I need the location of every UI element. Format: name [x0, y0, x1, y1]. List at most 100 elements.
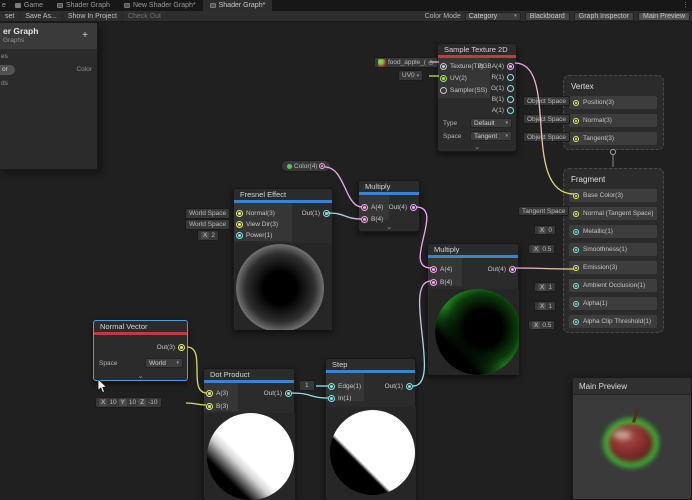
texture-value-pill[interactable]: food_apple_( ⊙ — [374, 57, 438, 68]
space-dropdown[interactable]: Tangent ▾ — [470, 131, 512, 141]
smoothness-value-pill[interactable]: X 0.5 — [528, 244, 556, 254]
ao-value-pill[interactable]: X1 — [534, 282, 556, 292]
fragment-context-block[interactable]: Fragment Base Color(3) Normal (Tangent S… — [563, 168, 664, 333]
node-normal-vector[interactable]: Normal Vector Out(3) Space World ▾ ⌄ — [93, 320, 188, 381]
node-multiply-1[interactable]: Multiply A(4) B(4) Out(4) ⌄ — [358, 180, 420, 232]
type-dropdown[interactable]: Default ▾ — [470, 118, 512, 128]
port-tangent-input[interactable] — [573, 135, 579, 142]
port-out-output[interactable] — [323, 210, 330, 217]
power-value-pill[interactable]: X2 — [197, 230, 219, 241]
port-out-output[interactable] — [285, 390, 292, 397]
port-out-output[interactable] — [178, 344, 185, 351]
save-as-button[interactable]: Save As... — [20, 11, 63, 21]
tab-new-shader-graph[interactable]: New Shader Graph* — [117, 0, 203, 11]
metallic-value-pill[interactable]: X0 — [534, 225, 556, 235]
tab-shader-graph[interactable]: Shader Graph — [50, 0, 117, 11]
port-smoothness-input[interactable] — [573, 246, 579, 253]
port-in-input[interactable] — [328, 395, 335, 402]
port-position-input[interactable] — [573, 99, 579, 106]
port-a-input[interactable] — [361, 204, 368, 211]
block-row-smoothness[interactable]: Smoothness(1) — [569, 243, 657, 256]
collapse-chevron-icon[interactable]: ⌄ — [359, 223, 419, 231]
block-row-normal[interactable]: Normal(3) — [569, 114, 657, 127]
port-out-output[interactable] — [410, 204, 417, 211]
tangent-space-pill[interactable]: Object Space — [523, 132, 571, 142]
port-emission-input[interactable] — [573, 264, 579, 271]
blackboard-section-keywords[interactable]: ds — [0, 76, 97, 88]
blackboard-section-properties[interactable]: es — [0, 49, 97, 61]
tab-overflow-icon[interactable]: ⋮ — [682, 1, 689, 9]
save-asset-button[interactable]: set — [0, 11, 21, 21]
block-row-alpha-clip[interactable]: Alpha Clip Threshold(1) — [569, 315, 657, 328]
block-row-alpha[interactable]: Alpha(1) — [569, 297, 657, 310]
port-b-input[interactable] — [430, 279, 437, 286]
normal-space-pill[interactable]: Object Space — [523, 114, 571, 124]
check-out-button[interactable]: Check Out — [123, 11, 167, 21]
node-sample-texture-2d[interactable]: Sample Texture 2D Texture(T2) UV(2) Samp… — [437, 43, 517, 152]
port-b-output[interactable] — [507, 96, 514, 103]
port-alpha-input[interactable] — [573, 300, 579, 307]
uv-channel-dropdown[interactable]: UV0 ▾ — [398, 70, 424, 81]
block-row-base-color[interactable]: Base Color(3) — [569, 189, 657, 202]
tab-shader-graph-active[interactable]: Shader Graph* — [202, 0, 273, 11]
port-a-input[interactable] — [430, 266, 437, 273]
color-mode-dropdown[interactable]: Category ▾ — [464, 11, 521, 21]
port-out-output[interactable] — [509, 266, 516, 273]
block-row-emission[interactable]: Emission(3) — [569, 261, 657, 274]
node-fresnel-effect[interactable]: Fresnel Effect Normal(3) View Dir(3) Pow… — [233, 188, 333, 330]
port-edge-input[interactable] — [328, 383, 335, 390]
add-property-button[interactable]: + — [82, 31, 88, 41]
block-row-metallic[interactable]: Metallic(1) — [569, 225, 657, 238]
position-space-pill[interactable]: Object Space — [523, 96, 571, 106]
alpha-value-pill[interactable]: X1 — [534, 301, 556, 311]
viewdir-space-pill[interactable]: World Space — [185, 219, 231, 230]
tab-scene-cut[interactable]: e — [0, 0, 8, 11]
collapse-chevron-icon[interactable]: ⌄ — [438, 143, 516, 151]
space-dropdown[interactable]: World ▾ — [145, 358, 183, 368]
port-g-output[interactable] — [507, 85, 514, 92]
normal-space-pill[interactable]: World Space — [185, 208, 231, 219]
graph-inspector-toggle-button[interactable]: Graph Inspector — [573, 11, 634, 21]
port-sampler-input[interactable] — [440, 87, 447, 94]
port-color-output[interactable] — [319, 163, 326, 169]
port-ao-input[interactable] — [573, 282, 579, 289]
port-normal-input[interactable] — [573, 117, 579, 124]
dot-b-vector-pill[interactable]: X 10 Y 10 Z -10 — [95, 397, 162, 408]
port-b-input[interactable] — [361, 216, 368, 223]
port-normal-input[interactable] — [236, 210, 243, 217]
tab-game[interactable]: Game — [8, 0, 50, 11]
port-texture-input[interactable] — [440, 63, 447, 70]
object-picker-icon[interactable]: ⊙ — [428, 59, 434, 67]
port-a-output[interactable] — [507, 107, 514, 114]
port-viewdir-input[interactable] — [236, 221, 243, 228]
port-r-output[interactable] — [507, 74, 514, 81]
main-preview-header[interactable]: Main Preview — [573, 378, 691, 395]
normal-ts-space-pill[interactable]: Tangent Space — [518, 206, 570, 216]
blackboard-toggle-button[interactable]: Blackboard — [524, 11, 570, 21]
show-in-project-button[interactable]: Show In Project — [63, 11, 123, 21]
port-a-input[interactable] — [206, 390, 213, 397]
block-row-tangent[interactable]: Tangent(3) — [569, 132, 657, 145]
port-out-output[interactable] — [406, 383, 413, 390]
port-base-color-input[interactable] — [573, 192, 579, 199]
node-dot-product[interactable]: Dot Product A(3) B(3) Out(1) — [203, 368, 295, 500]
property-pill[interactable]: or — [0, 64, 15, 75]
port-power-input[interactable] — [236, 232, 243, 239]
port-rgba-output[interactable] — [507, 63, 514, 70]
node-step[interactable]: Step Edge(1) In(1) Out(1) — [325, 358, 416, 500]
block-row-ambient-occlusion[interactable]: Ambient Occlusion(1) — [569, 279, 657, 292]
port-uv-input[interactable] — [440, 75, 447, 82]
port-alpha-clip-input[interactable] — [573, 318, 579, 325]
node-multiply-2[interactable]: Multiply A(4) B(4) Out(4) — [427, 243, 519, 375]
port-metallic-input[interactable] — [573, 228, 579, 235]
port-normal-ts-input[interactable] — [573, 210, 579, 217]
alpha-clip-value-pill[interactable]: X 0.5 — [528, 320, 556, 330]
step-edge-value-pill[interactable]: 1 — [299, 380, 315, 391]
block-row-position[interactable]: Position(3) — [569, 96, 657, 109]
port-b-input[interactable] — [206, 403, 213, 410]
blackboard-property-color[interactable]: or Color — [0, 63, 97, 76]
block-row-normal-ts[interactable]: Normal (Tangent Space)(3) — [569, 207, 657, 220]
main-preview-toggle-button[interactable]: Main Preview — [637, 11, 690, 21]
vertex-context-block[interactable]: Vertex Position(3) Normal(3) Tangent(3) — [563, 75, 664, 150]
node-color-property[interactable]: Color(4) — [281, 160, 332, 172]
